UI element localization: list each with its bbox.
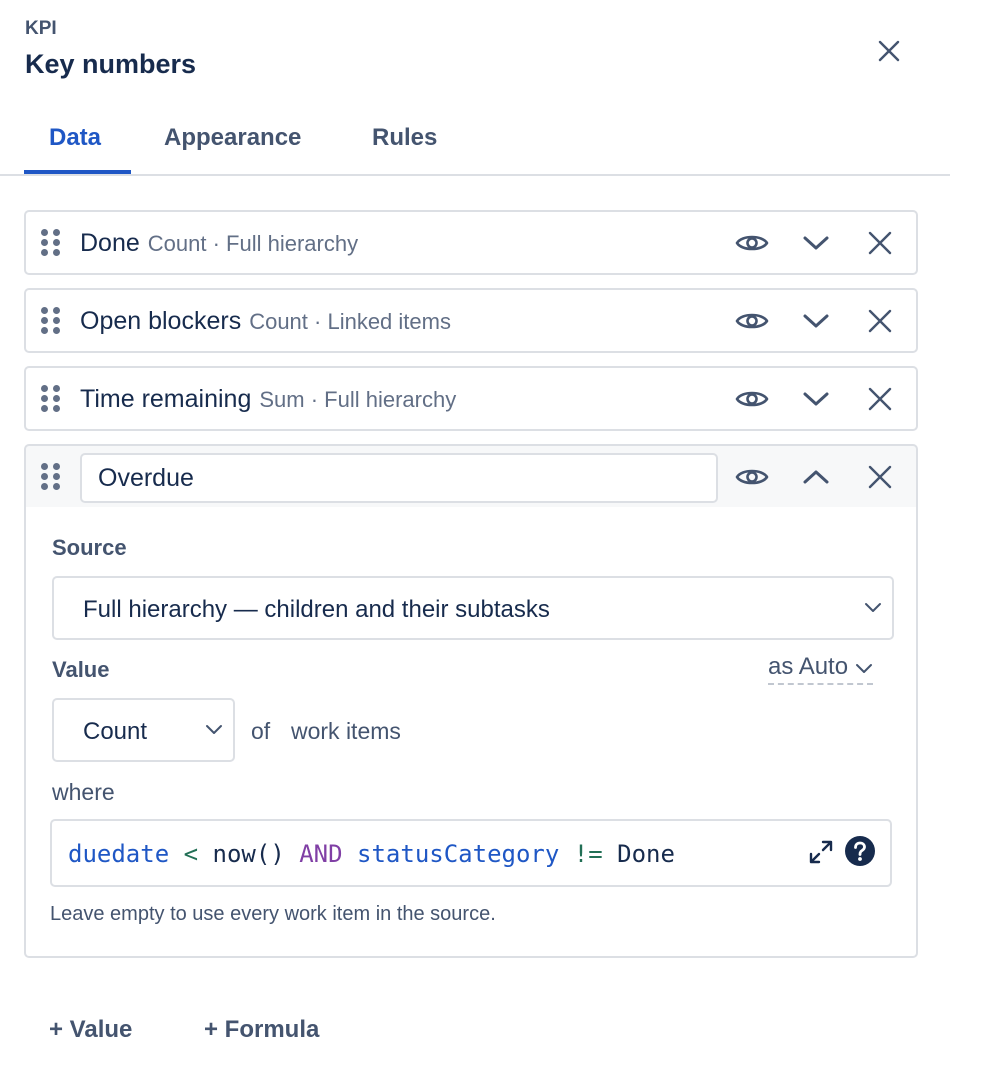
- close-button[interactable]: [872, 34, 906, 68]
- source-select-value: Full hierarchy — children and their subt…: [83, 596, 550, 623]
- visibility-button[interactable]: [734, 303, 770, 339]
- value-row-label: Done Count · Full hierarchy: [80, 229, 358, 258]
- chevron-down-icon: [803, 314, 829, 328]
- close-icon: [868, 387, 892, 411]
- remove-button[interactable]: [862, 381, 898, 417]
- value-row-open-blockers: Open blockers Count · Linked items: [24, 288, 918, 353]
- value-meta: Count · Full hierarchy: [147, 231, 359, 256]
- eye-icon: [735, 313, 769, 329]
- value-meta: Count · Linked items: [249, 309, 451, 334]
- close-icon: [868, 231, 892, 255]
- add-value-button[interactable]: + Value: [49, 1016, 132, 1044]
- format-dropdown-label: as Auto: [768, 653, 849, 680]
- drag-handle-icon[interactable]: [40, 229, 62, 257]
- chevron-down-icon: [803, 236, 829, 250]
- remove-button[interactable]: [862, 459, 898, 495]
- close-icon: [878, 40, 900, 62]
- value-row-done: Done Count · Full hierarchy: [24, 210, 918, 275]
- drag-handle-icon[interactable]: [40, 463, 62, 491]
- remove-button[interactable]: [862, 225, 898, 261]
- tab-bar: Data Appearance Rules: [0, 118, 950, 176]
- jql-value: Done: [617, 840, 675, 868]
- eye-icon: [735, 391, 769, 407]
- visibility-button[interactable]: [734, 225, 770, 261]
- remove-button[interactable]: [862, 303, 898, 339]
- jql-code: duedate < now() AND statusCategory != Do…: [68, 840, 675, 868]
- value-meta: Sum · Full hierarchy: [259, 387, 457, 412]
- aggregation-select[interactable]: Count: [52, 698, 235, 762]
- helper-text: Leave empty to use every work item in th…: [50, 903, 496, 925]
- close-icon: [868, 309, 892, 333]
- aggregation-select-value: Count: [83, 718, 148, 745]
- tab-appearance[interactable]: Appearance: [164, 124, 301, 152]
- visibility-button[interactable]: [734, 459, 770, 495]
- jql-operator: <: [183, 840, 199, 868]
- format-dropdown[interactable]: as Auto: [768, 653, 873, 685]
- jql-function: now(): [212, 840, 285, 868]
- expand-button[interactable]: [798, 225, 834, 261]
- expand-icon: [809, 840, 833, 864]
- value-editor-panel: Source Full hierarchy — children and the…: [24, 507, 918, 958]
- panel-eyebrow: KPI: [25, 18, 57, 39]
- source-label: Source: [52, 535, 127, 560]
- value-row-label: Open blockers Count · Linked items: [80, 307, 451, 336]
- jql-editor[interactable]: duedate < now() AND statusCategory != Do…: [50, 819, 892, 887]
- value-row-time-remaining: Time remaining Sum · Full hierarchy: [24, 366, 918, 431]
- value-name: Time remaining: [80, 385, 252, 413]
- value-row-overdue: [24, 444, 918, 509]
- jql-keyword: AND: [299, 840, 343, 868]
- tab-data[interactable]: Data: [49, 124, 101, 152]
- collapse-button[interactable]: [798, 459, 834, 495]
- active-tab-indicator: [24, 170, 131, 174]
- chevron-down-icon: [865, 603, 881, 612]
- jql-operator: !=: [573, 840, 603, 868]
- visibility-button[interactable]: [734, 381, 770, 417]
- chevron-down-icon: [206, 725, 222, 734]
- of-text: of: [251, 718, 271, 744]
- chevron-down-icon: [803, 392, 829, 406]
- chevron-up-icon: [803, 470, 829, 484]
- drag-handle-icon[interactable]: [40, 385, 62, 413]
- value-row-label: Time remaining Sum · Full hierarchy: [80, 385, 456, 414]
- where-label: where: [52, 779, 115, 805]
- drag-handle-icon[interactable]: [40, 307, 62, 335]
- jql-field: duedate: [68, 840, 170, 868]
- expand-button[interactable]: [798, 303, 834, 339]
- expand-button[interactable]: [798, 381, 834, 417]
- jql-field: statusCategory: [357, 840, 560, 868]
- source-select[interactable]: Full hierarchy — children and their subt…: [52, 576, 894, 640]
- close-icon: [868, 465, 892, 489]
- value-name: Done: [80, 229, 140, 257]
- expand-editor-button[interactable]: [808, 839, 834, 865]
- eye-icon: [735, 469, 769, 485]
- eye-icon: [735, 235, 769, 251]
- help-icon: [845, 836, 875, 866]
- work-items-text: work items: [291, 718, 401, 744]
- panel-title: Key numbers: [25, 49, 197, 79]
- value-name: Open blockers: [80, 307, 242, 335]
- value-label: Value: [52, 657, 110, 682]
- value-name-input[interactable]: [80, 453, 718, 503]
- tab-rules[interactable]: Rules: [372, 124, 437, 152]
- add-formula-button[interactable]: + Formula: [204, 1016, 319, 1044]
- help-button[interactable]: [844, 835, 876, 867]
- chevron-down-icon: [855, 663, 872, 673]
